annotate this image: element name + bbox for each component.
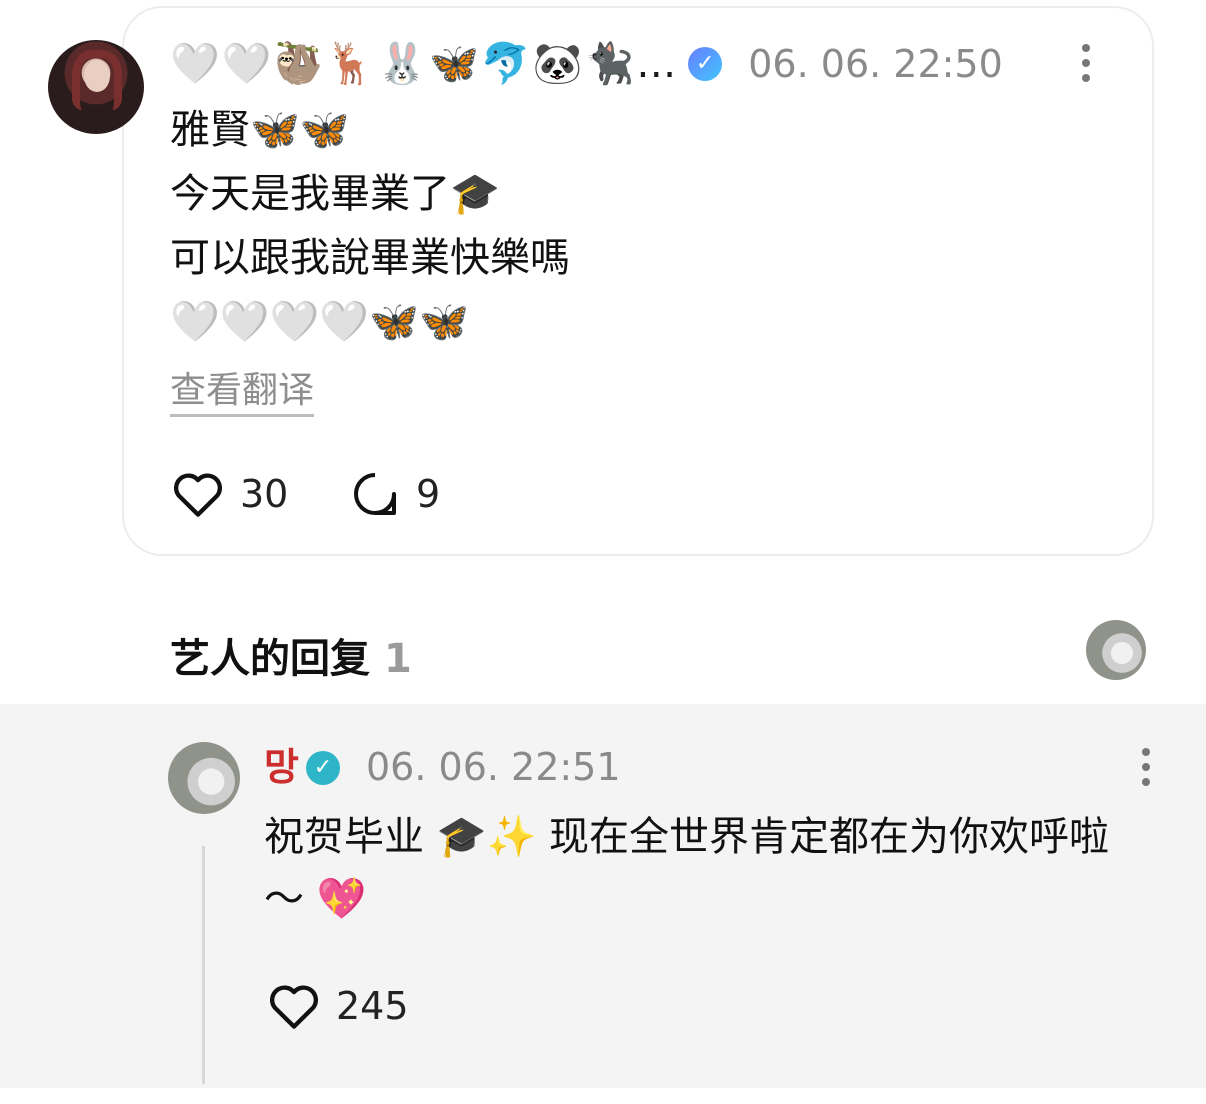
reply-text: 祝贺毕业 🎓✨ 现在全世界肯定都在为你欢呼啦～ 💖	[264, 814, 1110, 922]
post-comment-count: 9	[416, 472, 441, 516]
reply-more-options-icon[interactable]	[1142, 748, 1150, 786]
post-more-options-icon[interactable]	[1082, 44, 1090, 82]
avatar-face	[84, 60, 110, 92]
view-translation-link[interactable]: 查看翻译	[170, 368, 315, 417]
artist-avatar-small[interactable]	[1086, 620, 1146, 680]
post-header: 🤍🤍🦥🦌🐰🦋🐬🐼🐈‍⬛… ✓ 06. 06. 22:50	[170, 38, 1003, 90]
post-text-line: 今天是我畢業了🎓	[170, 171, 500, 217]
reply-like-count: 245	[336, 984, 409, 1028]
post-like-count: 30	[240, 472, 289, 516]
thread-line	[202, 846, 205, 1084]
post-timestamp: 06. 06. 22:50	[748, 42, 1003, 86]
post-author-avatar[interactable]	[48, 40, 144, 134]
reply-author-name[interactable]: 망	[264, 742, 299, 792]
artist-replies-heading: 艺人的回复 1	[170, 626, 412, 684]
artist-verified-icon: ✓	[306, 751, 340, 785]
reply-like-button[interactable]: 245	[268, 982, 409, 1030]
artist-replies-count: 1	[384, 636, 412, 682]
heart-icon	[173, 473, 223, 517]
artist-replies-title: 艺人的回复	[170, 636, 370, 682]
post-like-button[interactable]: 30	[172, 470, 288, 518]
post-author-name[interactable]: 🤍🤍🦥🦌🐰🦋🐬🐼🐈‍⬛…	[170, 38, 678, 90]
post-text-line: 雅賢🦋🦋	[170, 107, 350, 153]
reply-author-avatar[interactable]	[168, 742, 240, 814]
fan-verified-icon: ✓	[688, 47, 723, 81]
post-text-line: 🤍🤍🤍🤍🦋🦋	[170, 299, 469, 345]
post-comment-button[interactable]: 9	[350, 470, 440, 518]
heart-icon	[269, 985, 319, 1029]
post-text-line: 可以跟我說畢業快樂嗎	[170, 235, 570, 281]
reply-timestamp: 06. 06. 22:51	[366, 745, 621, 789]
comment-bubble-icon	[354, 473, 396, 515]
